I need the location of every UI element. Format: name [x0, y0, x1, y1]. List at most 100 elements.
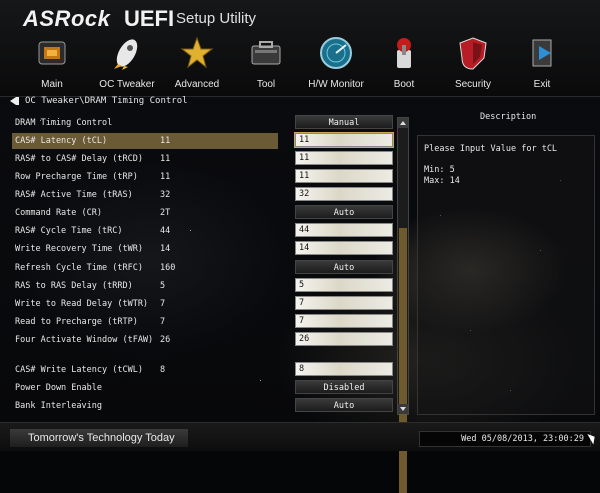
- setting-name: RAS# Active Time (tRAS): [15, 190, 133, 200]
- nav-security[interactable]: Security: [438, 34, 508, 94]
- setting-name: Command Rate (CR): [15, 208, 102, 218]
- boot-icon: [397, 38, 411, 68]
- setting-name: Row Precharge Time (tRP): [15, 172, 138, 182]
- oc-tweaker-icon: [114, 39, 138, 70]
- tcl-input[interactable]: 11: [294, 132, 394, 148]
- description-title: Description: [480, 112, 537, 122]
- nav-tool[interactable]: Tool: [231, 34, 301, 94]
- twr-input[interactable]: 14: [295, 241, 393, 255]
- setting-current: 11: [160, 154, 171, 164]
- power-down-enable-button[interactable]: Disabled: [295, 380, 393, 394]
- setting-row-twtr[interactable]: Write to Read Delay (tWTR) 7: [12, 296, 278, 312]
- nav-exit-label: Exit: [533, 79, 551, 90]
- setting-row-dram-timing-control[interactable]: DRAM Timing Control: [12, 115, 278, 131]
- nav-advanced-label: Advanced: [174, 79, 220, 90]
- breadcrumb-text: OC Tweaker\DRAM Timing Control: [25, 96, 188, 106]
- scroll-thumb[interactable]: [399, 228, 407, 493]
- nav-oc-tweaker[interactable]: OC Tweaker: [92, 34, 162, 94]
- setting-current: 26: [160, 335, 171, 345]
- scrollbar[interactable]: [397, 117, 409, 493]
- exit-icon: [532, 39, 552, 67]
- setting-current: 5: [160, 281, 166, 291]
- setting-name: CAS# Write Latency (tCWL): [15, 365, 143, 375]
- main-icon: [38, 41, 66, 65]
- dram-timing-control-button[interactable]: Manual: [295, 115, 393, 129]
- setting-row-trcd[interactable]: RAS# to CAS# Delay (tRCD) 11: [12, 151, 278, 167]
- trfc-button[interactable]: Auto: [295, 260, 393, 274]
- setting-current: 8: [160, 365, 166, 375]
- setting-row-bank-interleaving[interactable]: Bank Interleaving: [12, 398, 278, 414]
- nav-main-label: Main: [41, 79, 63, 90]
- nav-hw-monitor-label: H/W Monitor: [308, 79, 364, 90]
- setting-name: CAS# Latency (tCL): [15, 136, 108, 146]
- setting-row-trrd[interactable]: RAS to RAS Delay (tRRD) 5: [12, 278, 278, 294]
- trrd-input[interactable]: 5: [295, 278, 393, 292]
- nav-exit[interactable]: Exit: [507, 34, 577, 94]
- setting-name: Refresh Cycle Time (tRFC): [15, 263, 143, 273]
- nav-advanced[interactable]: Advanced: [162, 34, 232, 94]
- main-nav: Main OC Tweaker Advanced Tool H/W Monito…: [0, 34, 600, 94]
- setup-utility-label: Setup Utility: [176, 10, 257, 27]
- footer: Tomorrow's Technology Today Wed 05/08/20…: [0, 422, 600, 451]
- bank-interleaving-button[interactable]: Auto: [295, 398, 393, 412]
- nav-hw-monitor[interactable]: H/W Monitor: [301, 34, 371, 94]
- setting-row-tfaw[interactable]: Four Activate Window (tFAW) 26: [12, 332, 278, 348]
- setting-row-trtp[interactable]: Read to Precharge (tRTP) 7: [12, 314, 278, 330]
- nav-main[interactable]: Main: [17, 34, 87, 94]
- setting-row-trc[interactable]: RAS# Cycle Time (tRC) 44: [12, 223, 278, 239]
- date-time: Wed 05/08/2013, 23:00:29: [419, 431, 591, 447]
- tool-icon: [251, 41, 281, 65]
- uefi-label: UEFI: [124, 6, 175, 31]
- cr-button[interactable]: Auto: [295, 205, 393, 219]
- trp-input[interactable]: 11: [295, 169, 393, 183]
- trcd-input[interactable]: 11: [295, 151, 393, 165]
- setting-current: 7: [160, 299, 166, 309]
- setting-row-twr[interactable]: Write Recovery Time (tWR) 14: [12, 241, 278, 257]
- setting-name: RAS to RAS Delay (tRRD): [15, 281, 133, 291]
- tras-input[interactable]: 32: [295, 187, 393, 201]
- nav-boot-label: Boot: [393, 79, 415, 90]
- setting-name: Read to Precharge (tRTP): [15, 317, 138, 327]
- advanced-icon: [180, 36, 214, 69]
- setting-row-cr[interactable]: Command Rate (CR) 2T: [12, 205, 278, 221]
- nav-oc-tweaker-label: OC Tweaker: [99, 79, 155, 90]
- setting-current: 7: [160, 317, 166, 327]
- description-text: Please Input Value for tCL: [424, 144, 558, 154]
- setting-current: 44: [160, 226, 171, 236]
- setting-name: Write to Read Delay (tWTR): [15, 299, 149, 309]
- nav-tool-label: Tool: [256, 79, 276, 90]
- setting-name: RAS# to CAS# Delay (tRCD): [15, 154, 143, 164]
- setting-row-trfc[interactable]: Refresh Cycle Time (tRFC) 160: [12, 260, 278, 276]
- setting-current: 2T: [160, 208, 171, 218]
- asrock-logo: ASRock: [23, 6, 111, 31]
- setting-name: Power Down Enable: [15, 383, 102, 393]
- setting-row-trp[interactable]: Row Precharge Time (tRP) 11: [12, 169, 278, 185]
- tagline: Tomorrow's Technology Today: [10, 429, 188, 447]
- tcwl-input[interactable]: 8: [295, 362, 393, 376]
- description-min: Min: 5: [424, 165, 455, 175]
- nav-boot[interactable]: Boot: [369, 34, 439, 94]
- setting-row-tcl[interactable]: CAS# Latency (tCL) 11: [12, 133, 278, 149]
- setting-current: 32: [160, 190, 171, 200]
- scroll-up-icon[interactable]: [398, 118, 408, 128]
- hw-monitor-icon: [320, 37, 352, 69]
- description-panel: Please Input Value for tCL Min: 5 Max: 1…: [417, 135, 595, 415]
- setting-row-tcwl[interactable]: CAS# Write Latency (tCWL) 8: [12, 362, 278, 378]
- setting-current: 14: [160, 244, 171, 254]
- back-arrow-tail: [16, 96, 19, 105]
- trtp-input[interactable]: 7: [295, 314, 393, 328]
- setting-name: Four Activate Window (tFAW): [15, 335, 154, 345]
- setting-name: RAS# Cycle Time (tRC): [15, 226, 123, 236]
- breadcrumb[interactable]: OC Tweaker\DRAM Timing Control: [10, 96, 188, 110]
- setting-name: Bank Interleaving: [15, 401, 102, 411]
- setting-row-power-down-enable[interactable]: Power Down Enable: [12, 380, 278, 396]
- trc-input[interactable]: 44: [295, 223, 393, 237]
- header: ASRock UEFI Setup Utility Main OC Tweake…: [0, 0, 600, 97]
- setting-name: DRAM Timing Control: [15, 118, 113, 128]
- twtr-input[interactable]: 7: [295, 296, 393, 310]
- scroll-down-icon[interactable]: [398, 404, 408, 414]
- security-icon: [459, 37, 487, 70]
- setting-row-tras[interactable]: RAS# Active Time (tRAS) 32: [12, 187, 278, 203]
- tfaw-input[interactable]: 26: [295, 332, 393, 346]
- setting-current: 11: [160, 172, 171, 182]
